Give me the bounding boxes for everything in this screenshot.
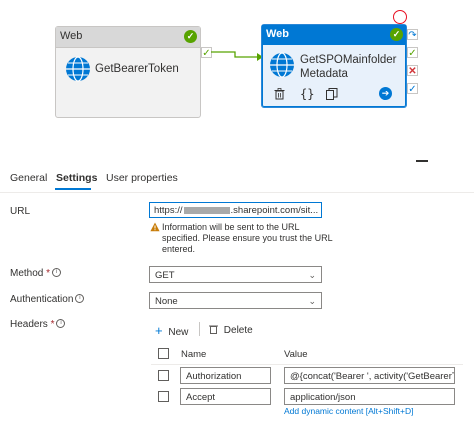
row-checkbox[interactable] [158,391,169,402]
required-asterisk: * [47,319,55,330]
method-label: Method * i [10,268,62,279]
tab-settings[interactable]: Settings [56,172,97,184]
info-icon[interactable]: i [52,268,62,277]
node-header: Web ✓ [262,25,406,45]
warning-icon [150,222,160,232]
method-value: GET [155,270,175,281]
trash-icon [209,325,218,334]
web-globe-icon [270,52,294,78]
node-name: GetBearerToken [95,63,179,75]
column-header-value: Value [284,349,308,360]
new-header-button[interactable]: + New [155,323,188,338]
delete-label: Delete [223,325,253,336]
header-name-input[interactable]: Accept [180,388,271,405]
panel-splitter[interactable] [416,160,428,162]
chevron-down-icon: ⌄ [308,270,316,280]
url-input[interactable]: https:// .sharepoint.com/sit... [149,202,322,218]
failure-port-cross-icon[interactable]: ✕ [407,65,418,77]
chevron-down-icon: ⌄ [308,296,316,306]
authentication-value: None [155,296,178,307]
header-name-input[interactable]: Authorization [180,367,271,384]
headers-label-text: Headers [10,319,48,330]
node-name-line1: GetSPOMainfolder [300,54,397,66]
tab-general[interactable]: General [10,172,47,184]
info-icon[interactable]: i [75,294,85,303]
plus-icon: + [155,323,163,338]
authentication-label: Authentication i [10,294,85,305]
tabs-divider [0,192,474,193]
trash-icon[interactable] [274,88,285,103]
web-globe-icon [66,56,90,82]
success-check-icon: ✓ [184,30,197,43]
node-name-line2: Metadata [300,68,348,80]
red-circle-marker [393,10,407,24]
activity-node-getbearertoken[interactable]: Web ✓ GetBearerToken [55,26,201,118]
authentication-label-text: Authentication [10,294,74,305]
copy-icon[interactable] [326,88,338,103]
arrow-right-icon[interactable]: ➔ [379,87,392,100]
column-header-name: Name [181,349,207,360]
url-warning-text: Information will be sent to the URL spec… [162,222,333,254]
toolbar-separator [199,322,200,336]
table-row: Accept application/json [151,388,463,408]
success-port-check-icon[interactable]: ✓ [407,47,418,59]
node-type-label: Web [60,30,83,42]
select-all-checkbox[interactable] [158,348,169,359]
skip-port-icon[interactable]: ↷ [407,29,418,41]
headers-table: Name Value Authorization @{concat('Beare… [151,341,463,425]
node-type-label: Web [266,28,290,40]
header-value-input[interactable]: application/json [284,388,455,405]
table-row: Authorization @{concat('Bearer ', activi… [151,367,463,387]
method-label-text: Method [10,268,44,279]
row-checkbox[interactable] [158,370,169,381]
table-header-rule [151,364,463,365]
authentication-select[interactable]: None ⌄ [149,292,322,309]
new-label: New [168,327,189,338]
required-asterisk: * [43,268,51,279]
add-dynamic-content-link[interactable]: Add dynamic content [Alt+Shift+D] [284,406,413,416]
method-select[interactable]: GET ⌄ [149,266,322,283]
info-icon[interactable]: i [56,319,66,328]
url-label: URL [10,206,31,217]
braces-icon[interactable]: {} [300,87,314,101]
success-check-icon: ✓ [390,28,403,41]
activity-node-getspomainfolder[interactable]: Web ✓ GetSPOMainfolder Metadata {} ➔ [261,24,407,108]
redacted-block [183,206,230,214]
tab-user-properties[interactable]: User properties [106,172,178,184]
header-value-input[interactable]: @{concat('Bearer ', activity('GetBearerT… [284,367,455,384]
url-suffix: .sharepoint.com/sit... [230,205,319,216]
url-prefix: https:// [154,205,183,216]
pipeline-canvas[interactable]: Web ✓ GetBearerToken ✓ Web ✓ GetSPOMainf… [0,0,474,162]
success-connector [211,51,263,61]
active-tab-indicator [55,188,91,190]
completion-port-check-icon[interactable]: ✓ [407,83,418,95]
delete-header-button[interactable]: Delete [209,324,253,336]
node-header: Web ✓ [56,27,200,48]
headers-label: Headers * i [10,319,66,330]
